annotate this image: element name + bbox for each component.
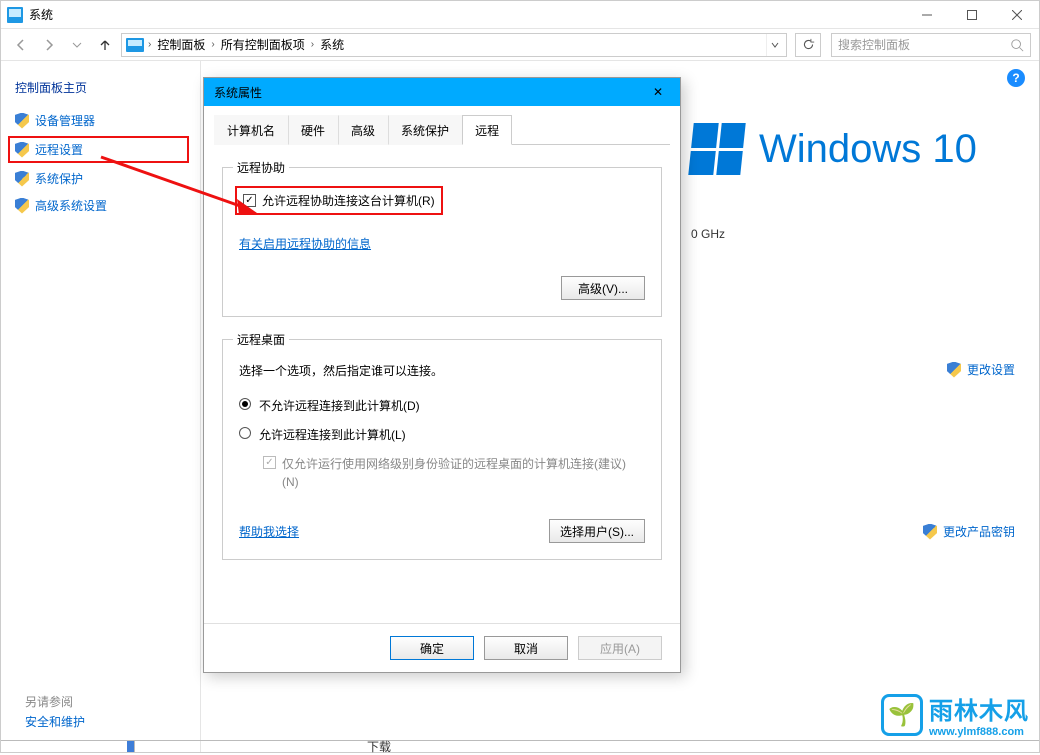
nav-up-button[interactable]: [93, 33, 117, 57]
taskbar-active-app[interactable]: [127, 741, 135, 752]
sidebar: 控制面板主页 设备管理器 远程设置 系统保护 高级系统设置: [1, 61, 201, 752]
allow-remote-assist-checkbox[interactable]: 允许远程协助连接这台计算机(R): [239, 190, 439, 211]
allow-remote-assist-label: 允许远程协助连接这台计算机(R): [262, 192, 435, 209]
shield-icon: [923, 524, 937, 540]
remote-desktop-intro: 选择一个选项，然后指定谁可以连接。: [239, 362, 645, 379]
change-settings-label: 更改设置: [967, 361, 1015, 378]
tab-hardware[interactable]: 硬件: [288, 115, 338, 145]
close-button[interactable]: [994, 1, 1039, 29]
refresh-button[interactable]: [795, 33, 821, 57]
breadcrumb-item-control-panel[interactable]: 控制面板: [155, 36, 207, 53]
select-users-button[interactable]: 选择用户(S)...: [549, 519, 645, 543]
windows-logo-row: Windows 10: [691, 123, 977, 175]
search-placeholder: 搜索控制面板: [838, 36, 910, 53]
dialog-tabs: 计算机名 硬件 高级 系统保护 远程: [214, 114, 670, 145]
system-properties-dialog: 系统属性 ✕ 计算机名 硬件 高级 系统保护 远程 远程协助 允许远程协助连接这…: [203, 77, 681, 673]
dialog-close-button[interactable]: ✕: [646, 82, 670, 102]
radio-allow-remote[interactable]: 允许远程连接到此计算机(L): [239, 426, 645, 443]
nla-checkbox: 仅允许运行使用网络级别身份验证的远程桌面的计算机连接(建议) (N): [263, 455, 645, 491]
search-input[interactable]: 搜索控制面板: [831, 33, 1031, 57]
change-product-key-label: 更改产品密钥: [943, 523, 1015, 540]
change-settings-link[interactable]: 更改设置: [947, 361, 1015, 378]
radio-icon: [239, 398, 251, 410]
address-dropdown-icon[interactable]: [766, 34, 782, 56]
processor-info-fragment: 0 GHz: [691, 227, 725, 241]
checkbox-icon: [243, 194, 256, 207]
remote-assist-group-title: 远程协助: [233, 159, 289, 176]
breadcrumb-sep: ›: [148, 39, 151, 50]
checkbox-icon: [263, 456, 276, 469]
window-buttons: [904, 1, 1039, 29]
windows-logo-icon: [688, 123, 745, 175]
sidebar-item-label: 高级系统设置: [35, 197, 107, 214]
change-product-key-link[interactable]: 更改产品密钥: [923, 523, 1015, 540]
dialog-titlebar[interactable]: 系统属性 ✕: [204, 78, 680, 106]
tab-computer-name[interactable]: 计算机名: [214, 115, 288, 145]
nav-bar: › 控制面板 › 所有控制面板项 › 系统 搜索控制面板: [1, 29, 1039, 61]
watermark-url: www.ylmf888.com: [929, 726, 1029, 738]
shield-icon: [947, 362, 961, 378]
help-icon[interactable]: ?: [1007, 69, 1025, 87]
remote-assist-info-link[interactable]: 有关启用远程协助的信息: [239, 237, 371, 251]
shield-icon: [15, 198, 29, 214]
nav-back-button[interactable]: [9, 33, 33, 57]
see-also-link[interactable]: 安全和维护: [25, 713, 85, 730]
sidebar-item-system-protect[interactable]: 系统保护: [15, 170, 186, 187]
sidebar-item-label: 设备管理器: [35, 112, 95, 129]
dialog-body: 远程协助 允许远程协助连接这台计算机(R) 有关启用远程协助的信息 高级(V).…: [204, 145, 680, 623]
sidebar-item-remote-settings[interactable]: 远程设置: [11, 139, 186, 160]
tab-advanced[interactable]: 高级: [338, 115, 388, 145]
apply-button[interactable]: 应用(A): [578, 636, 662, 660]
taskbar-fragment: 下载: [1, 740, 1039, 752]
remote-desktop-group: 远程桌面 选择一个选项，然后指定谁可以连接。 不允许远程连接到此计算机(D) 允…: [222, 339, 662, 560]
tab-remote[interactable]: 远程: [462, 115, 512, 145]
help-choose-link[interactable]: 帮助我选择: [239, 523, 299, 540]
shield-icon: [15, 171, 29, 187]
breadcrumb-item-all-items[interactable]: 所有控制面板项: [219, 36, 307, 53]
watermark-text-cn: 雨林木风: [929, 691, 1029, 726]
remote-desktop-group-title: 远程桌面: [233, 331, 289, 348]
breadcrumb-item-system[interactable]: 系统: [318, 36, 346, 53]
windows-logo-text: Windows 10: [759, 127, 977, 172]
shield-icon: [15, 113, 29, 129]
ok-button[interactable]: 确定: [390, 636, 474, 660]
cancel-button[interactable]: 取消: [484, 636, 568, 660]
watermark-icon: [881, 694, 923, 736]
watermark: 雨林木风 www.ylmf888.com: [881, 691, 1029, 738]
sidebar-item-label: 远程设置: [35, 141, 83, 158]
nla-label-line2: (N): [282, 475, 299, 489]
shield-icon: [15, 142, 29, 158]
sidebar-item-label: 系统保护: [35, 170, 83, 187]
app-icon: [7, 7, 23, 23]
radio-disallow-remote[interactable]: 不允许远程连接到此计算机(D): [239, 397, 645, 414]
sidebar-item-device-manager[interactable]: 设备管理器: [15, 112, 186, 129]
window-titlebar: 系统: [1, 1, 1039, 29]
sidebar-title[interactable]: 控制面板主页: [15, 79, 186, 96]
dialog-title: 系统属性: [214, 84, 262, 101]
recent-dropdown-icon[interactable]: [65, 33, 89, 57]
remote-assist-advanced-button[interactable]: 高级(V)...: [561, 276, 645, 300]
dialog-footer: 确定 取消 应用(A): [204, 623, 680, 672]
sidebar-item-advanced-settings[interactable]: 高级系统设置: [15, 197, 186, 214]
radio-disallow-label: 不允许远程连接到此计算机(D): [259, 397, 420, 414]
radio-icon: [239, 427, 251, 439]
breadcrumb-icon: [126, 38, 144, 52]
minimize-button[interactable]: [904, 1, 949, 29]
breadcrumb-sep: ›: [211, 39, 214, 50]
nla-label-line1: 仅允许运行使用网络级别身份验证的远程桌面的计算机连接(建议): [282, 457, 626, 471]
window-title: 系统: [29, 6, 53, 23]
tab-system-protect[interactable]: 系统保护: [388, 115, 462, 145]
see-also-heading: 另请参阅: [25, 693, 73, 710]
search-icon: [1010, 38, 1024, 52]
breadcrumb-sep: ›: [311, 39, 314, 50]
remote-assist-group: 远程协助 允许远程协助连接这台计算机(R) 有关启用远程协助的信息 高级(V).…: [222, 167, 662, 317]
maximize-button[interactable]: [949, 1, 994, 29]
breadcrumb-bar[interactable]: › 控制面板 › 所有控制面板项 › 系统: [121, 33, 787, 57]
taskbar-download-label: 下载: [135, 738, 391, 755]
radio-allow-label: 允许远程连接到此计算机(L): [259, 426, 406, 443]
nav-forward-button[interactable]: [37, 33, 61, 57]
